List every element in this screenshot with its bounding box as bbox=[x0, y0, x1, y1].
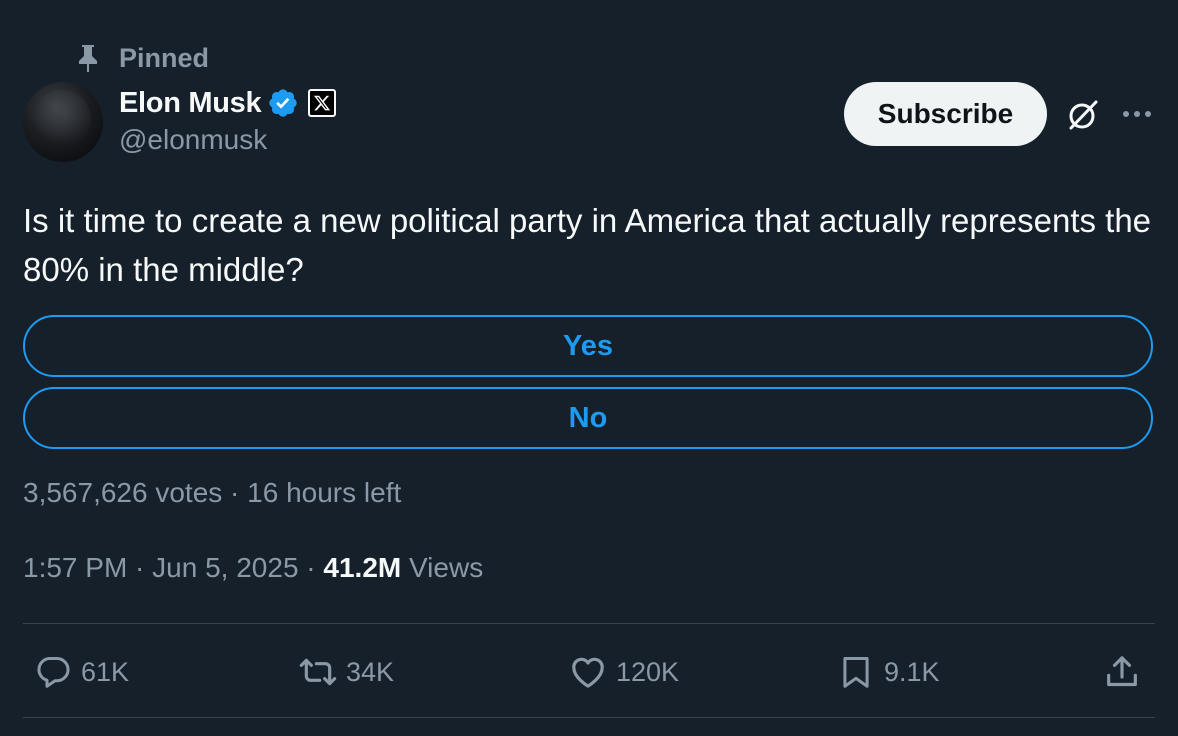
pinned-indicator: Pinned bbox=[76, 42, 209, 74]
like-count: 120K bbox=[616, 656, 680, 687]
like-button[interactable]: 120K bbox=[568, 650, 679, 694]
reply-icon bbox=[33, 652, 73, 692]
tweet-text: Is it time to create a new political par… bbox=[23, 202, 1152, 288]
avatar[interactable] bbox=[23, 82, 103, 162]
retweet-button[interactable]: 34K bbox=[298, 650, 394, 694]
bookmark-icon bbox=[836, 652, 876, 692]
divider bbox=[23, 717, 1155, 718]
subscribe-button[interactable]: Subscribe bbox=[844, 82, 1047, 146]
reply-count: 61K bbox=[81, 656, 130, 687]
more-icon[interactable] bbox=[1119, 100, 1155, 128]
heart-icon bbox=[568, 652, 608, 692]
pin-icon bbox=[76, 42, 100, 74]
reply-button[interactable]: 61K bbox=[33, 650, 129, 694]
date-separator: · bbox=[298, 552, 324, 583]
bookmark-button[interactable]: 9.1K bbox=[836, 650, 940, 694]
tweet-date[interactable]: Jun 5, 2025 bbox=[152, 552, 298, 584]
share-button[interactable] bbox=[1102, 650, 1142, 694]
retweet-count: 34K bbox=[346, 656, 395, 687]
bookmark-count: 9.1K bbox=[884, 656, 940, 687]
pinned-label: Pinned bbox=[119, 42, 210, 73]
tweet-timestamp-row: 1:57 PM · Jun 5, 2025 · 41.2M Views bbox=[23, 552, 483, 584]
verified-badge-icon[interactable] bbox=[267, 87, 299, 119]
divider bbox=[23, 623, 1155, 624]
views-count[interactable]: 41.2M bbox=[323, 552, 401, 584]
tweet-time[interactable]: 1:57 PM bbox=[23, 552, 127, 584]
views-label: Views bbox=[401, 552, 484, 583]
grok-icon[interactable] bbox=[1065, 97, 1101, 133]
author-name-row: Elon Musk bbox=[119, 84, 337, 122]
poll-option-no[interactable]: No bbox=[23, 387, 1153, 449]
author-handle[interactable]: @elonmusk bbox=[119, 124, 267, 156]
x-logo-icon[interactable] bbox=[308, 89, 337, 117]
poll-meta: 3,567,626 votes · 16 hours left bbox=[23, 477, 402, 508]
share-icon bbox=[1102, 652, 1142, 692]
poll-option-yes[interactable]: Yes bbox=[23, 315, 1153, 377]
author-name[interactable]: Elon Musk bbox=[119, 87, 262, 120]
retweet-icon bbox=[298, 652, 338, 692]
time-separator: · bbox=[127, 552, 153, 583]
